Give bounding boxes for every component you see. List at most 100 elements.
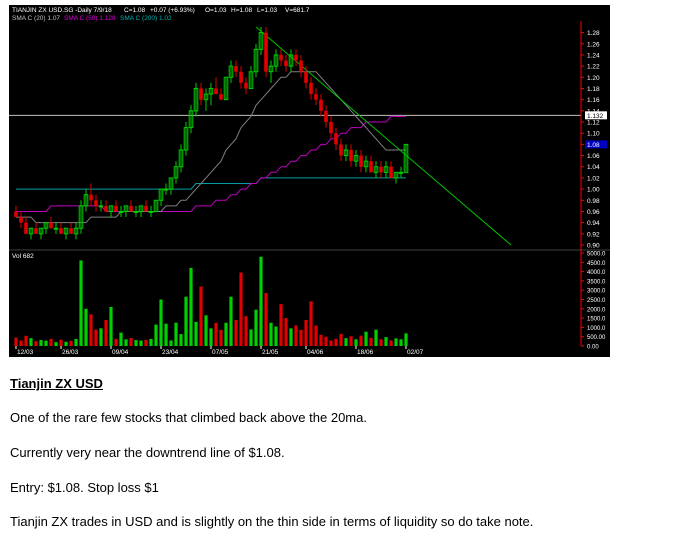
volume-bar: [199, 286, 203, 346]
price-tick-label: 1.10: [587, 131, 600, 138]
volume-bar: [349, 336, 353, 346]
header-low: L=1.03: [257, 7, 277, 14]
volume-bar: [304, 319, 308, 346]
candle-body: [214, 88, 218, 95]
volume-bar: [389, 340, 393, 346]
x-tick-label: 26/03: [62, 349, 79, 356]
volume-bar: [149, 338, 153, 346]
volume-bar: [74, 338, 78, 346]
candle-body: [339, 144, 343, 156]
volume-bar: [379, 339, 383, 346]
candle-body: [89, 194, 93, 201]
volume-tick-label: 1500.0: [587, 317, 606, 323]
volume-bar: [99, 328, 103, 346]
header-volume: V=681.7: [285, 7, 310, 14]
price-tick-label: 1.16: [587, 97, 600, 104]
candle-body: [53, 227, 59, 230]
candle-body: [144, 205, 148, 212]
candle-body: [34, 228, 38, 234]
price-tick-label: 0.90: [587, 243, 600, 250]
x-tick-label: 12/03: [17, 349, 34, 356]
volume-tick-label: 2000.0: [587, 307, 606, 313]
candle-body: [59, 228, 63, 234]
price-tick-label: 1.02: [587, 175, 600, 182]
volume-bar: [29, 338, 33, 346]
chart-svg[interactable]: TIANJIN ZX USD.SG -Daily 7/9/18 C=1.08 +…: [9, 5, 610, 357]
x-tick-label: 07/05: [212, 349, 229, 356]
volume-bar: [114, 338, 118, 346]
candle-body: [24, 222, 28, 234]
candle-body: [104, 205, 108, 212]
candle-body: [19, 217, 23, 223]
volume-bar: [219, 329, 223, 346]
volume-bar: [179, 334, 183, 346]
volume-bar: [374, 329, 378, 346]
candle-body: [379, 166, 383, 173]
stock-chart[interactable]: TIANJIN ZX USD.SG -Daily 7/9/18 C=1.08 +…: [9, 5, 610, 357]
header-change: +0.07 (+6.93%): [150, 7, 195, 14]
volume-bar: [124, 339, 128, 346]
price-tick-label: 1.12: [587, 120, 600, 127]
legend-ma200: SMA C (200) 1.02: [120, 15, 172, 22]
candle-body: [329, 122, 333, 134]
volume-tick-label: 4500.0: [587, 261, 606, 267]
volume-tick-label: 5000.0: [587, 252, 606, 258]
volume-bar: [284, 318, 288, 346]
volume-bar: [169, 340, 173, 346]
volume-bar: [399, 339, 403, 346]
volume-bar: [194, 321, 198, 346]
volume-bar: [309, 301, 313, 346]
volume-bar: [229, 296, 233, 346]
header-open: O=1.03: [205, 7, 227, 14]
volume-bar: [19, 340, 23, 346]
candle-body: [69, 228, 73, 234]
candle-body: [279, 54, 283, 61]
volume-bar: [49, 338, 53, 346]
candle-body: [234, 66, 238, 72]
legend-ma20: SMA C (20) 1.07: [12, 15, 60, 22]
candle-body: [349, 149, 353, 162]
volume-bar: [159, 299, 163, 346]
price-tick-label: 1.28: [587, 30, 600, 37]
price-tick-label: 1.26: [587, 41, 600, 48]
volume-bar: [24, 335, 28, 346]
x-tick-label: 18/06: [357, 349, 374, 356]
x-tick-label: 02/07: [407, 349, 424, 356]
candle-body: [244, 82, 248, 89]
candle-body: [129, 205, 133, 212]
volume-bar: [234, 319, 238, 346]
candle-body: [304, 71, 308, 83]
volume-bar: [344, 338, 348, 346]
volume-bar: [329, 340, 333, 346]
volume-bar: [289, 328, 293, 346]
volume-bar: [184, 296, 188, 346]
volume-bar: [104, 319, 108, 346]
price-tick-label: 0.94: [587, 220, 600, 227]
volume-bar: [59, 339, 63, 346]
candle-body: [284, 60, 288, 67]
volume-bar: [134, 340, 138, 346]
volume-bar: [324, 336, 328, 346]
candle-body: [299, 60, 303, 72]
header-symbol: TIANJIN ZX USD.SG -Daily 7/9/18: [12, 7, 112, 14]
volume-bar: [119, 332, 123, 346]
article-line: One of the rare few stocks that climbed …: [10, 410, 367, 425]
volume-bar: [69, 340, 73, 346]
price-tick-label: 1.04: [587, 164, 600, 171]
candle-body: [219, 94, 223, 100]
volume-tick-label: 4000.0: [587, 270, 606, 276]
volume-bar: [239, 272, 243, 346]
volume-bar: [334, 338, 338, 346]
candle-body: [239, 71, 243, 83]
volume-bar: [369, 337, 373, 346]
candle-body: [14, 211, 18, 218]
candle-body: [163, 188, 169, 191]
article-title: Tianjin ZX USD: [10, 376, 103, 391]
volume-bar: [274, 326, 278, 346]
x-tick-label: 21/05: [262, 349, 279, 356]
volume-bar: [209, 328, 213, 346]
volume-bar: [314, 325, 318, 346]
volume-bar: [164, 323, 168, 346]
candle-body: [98, 205, 104, 208]
x-tick-label: 04/06: [307, 349, 324, 356]
